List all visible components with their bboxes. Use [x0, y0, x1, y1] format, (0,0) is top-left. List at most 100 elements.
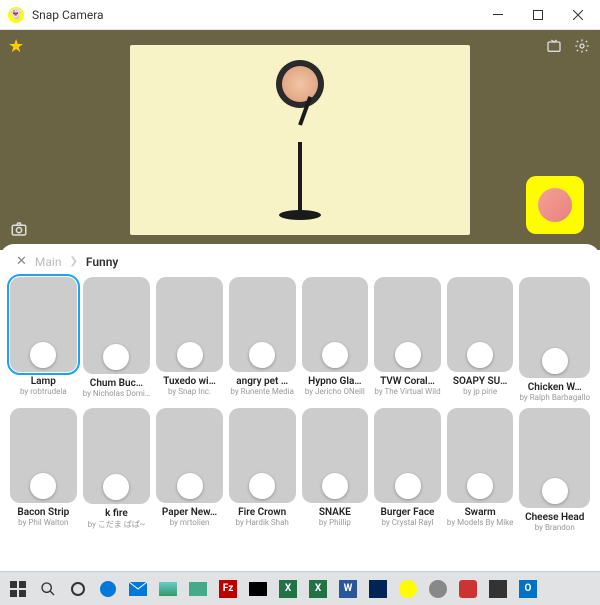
settings-gear-icon[interactable] [572, 36, 592, 56]
lens-card[interactable]: k fireby こだま ぱぱ~ [83, 408, 151, 533]
lens-author: by Jericho ONeill [305, 387, 365, 396]
app2-icon [459, 580, 477, 598]
outlook-button[interactable]: O [514, 575, 542, 603]
fm-icon [189, 582, 207, 596]
lens-author: by The Virtual Wild [374, 387, 440, 396]
lens-author: by mrtolien [170, 518, 210, 527]
breadcrumb: ✕ Main ❯ Funny [10, 254, 590, 269]
lens-name: Lamp [31, 376, 56, 387]
lens-name: Chum Buc… [90, 378, 143, 389]
window-title: Snap Camera [32, 8, 478, 22]
lens-author: by Crystal Rayl [382, 518, 434, 527]
breadcrumb-root[interactable]: Main [35, 255, 62, 269]
minimize-icon [493, 14, 503, 15]
lens-author: by Phillip [319, 518, 351, 527]
lens-name: Paper New… [162, 507, 217, 518]
lens-name: k fire [105, 508, 128, 519]
lens-card[interactable]: Chicken W…by Ralph Barbagallo [519, 277, 590, 402]
lens-name: TVW Coral… [380, 376, 435, 387]
search-button[interactable] [34, 575, 62, 603]
lens-card[interactable]: Burger Faceby Crystal Rayl [374, 408, 441, 533]
lens-author: by Nicholas Domi… [83, 389, 151, 398]
photo-button[interactable] [154, 575, 182, 603]
outlook-icon: O [519, 580, 537, 598]
app3-icon [489, 580, 507, 598]
breadcrumb-current: Funny [86, 255, 119, 269]
lens-author: by robtrudela [20, 387, 67, 396]
lens-name: Fire Crown [238, 507, 286, 518]
windows-icon [10, 581, 26, 597]
lens-card[interactable]: SOAPY SU…by jp pirie [447, 277, 514, 402]
excel2-button[interactable]: X [304, 575, 332, 603]
maximize-icon [533, 10, 543, 20]
lens-card[interactable]: Hypno Gla…by Jericho ONeill [302, 277, 369, 402]
lens-card[interactable]: Lampby robtrudela [10, 277, 77, 402]
lens-card[interactable]: Chum Buc…by Nicholas Domi… [83, 277, 151, 402]
cortana-button[interactable] [64, 575, 92, 603]
snapcam-taskbar-button[interactable] [394, 575, 422, 603]
lens-card[interactable]: Fire Crownby Hardik Shah [229, 408, 296, 533]
edge-button[interactable] [94, 575, 122, 603]
close-button[interactable] [558, 0, 598, 30]
photo-icon [159, 582, 177, 596]
app2-button[interactable] [454, 575, 482, 603]
breadcrumb-close-icon[interactable]: ✕ [16, 254, 27, 269]
app1-button[interactable] [424, 575, 452, 603]
lens-name: Bacon Strip [17, 507, 69, 518]
start-button[interactable] [4, 575, 32, 603]
app-icon: 👻 [8, 7, 24, 23]
lens-author: by Ralph Barbagallo [519, 393, 590, 402]
lens-card[interactable]: Paper New…by mrtolien [156, 408, 223, 533]
excel2-icon: X [309, 580, 327, 598]
lens-card[interactable]: Bacon Stripby Phil Walton [10, 408, 77, 533]
lens-author: by Snap Inc. [168, 387, 211, 396]
lens-name: Cheese Head [525, 512, 584, 523]
windows-taskbar: Fz X X W O [0, 571, 600, 605]
lens-author: by Runente Media [230, 387, 294, 396]
maximize-button[interactable] [518, 0, 558, 30]
mail-button[interactable] [124, 575, 152, 603]
capture-button[interactable] [10, 220, 28, 242]
lens-author: by Hardik Shah [236, 518, 289, 527]
lens-name: Tuxedo wi… [163, 376, 216, 387]
excel-button[interactable]: X [274, 575, 302, 603]
chevron-right-icon: ❯ [69, 256, 77, 267]
fz-icon: Fz [219, 580, 237, 598]
close-icon [573, 10, 583, 20]
lens-author: by Phil Walton [18, 518, 68, 527]
powershell-icon [369, 580, 387, 598]
lens-card[interactable]: Tuxedo wi…by Snap Inc. [156, 277, 223, 402]
favorite-star-button[interactable]: ★ [8, 36, 24, 57]
lens-card[interactable]: Swarmby Models By Mike [447, 408, 514, 533]
terminal-button[interactable] [244, 575, 272, 603]
app3-button[interactable] [484, 575, 512, 603]
word-button[interactable]: W [334, 575, 362, 603]
lens-card[interactable]: TVW Coral…by The Virtual Wild [374, 277, 441, 402]
livestream-icon[interactable] [544, 36, 564, 56]
filezilla-button[interactable]: Fz [214, 575, 242, 603]
lens-grid: Lampby robtrudela Chum Buc…by Nicholas D… [10, 277, 590, 532]
excel-icon: X [279, 580, 297, 598]
lens-name: SOAPY SU… [453, 376, 508, 387]
lens-card[interactable]: SNAKEby Phillip [302, 408, 369, 533]
camera-icon [10, 220, 28, 238]
camera-preview-area: ★ [0, 30, 600, 250]
search-icon [40, 581, 56, 597]
lens-browser: ✕ Main ❯ Funny Lampby robtrudela Chum Bu… [0, 244, 600, 571]
lens-name: Chicken W… [528, 382, 582, 393]
lens-card[interactable]: angry pet …by Runente Media [229, 277, 296, 402]
mail-icon [129, 582, 147, 596]
snapcode[interactable] [526, 176, 584, 234]
lens-name: SNAKE [319, 507, 351, 518]
cortana-icon [70, 581, 86, 597]
word-icon: W [339, 580, 357, 598]
filemanager-button[interactable] [184, 575, 212, 603]
lens-name: Hypno Gla… [308, 376, 361, 387]
lens-card[interactable]: Cheese Headby Brandon [519, 408, 590, 533]
lens-author: by Models By Mike [447, 518, 513, 527]
powershell-button[interactable] [364, 575, 392, 603]
app1-icon [429, 580, 447, 598]
minimize-button[interactable] [478, 0, 518, 30]
terminal-icon [249, 582, 267, 596]
window-titlebar: 👻 Snap Camera [0, 0, 600, 30]
